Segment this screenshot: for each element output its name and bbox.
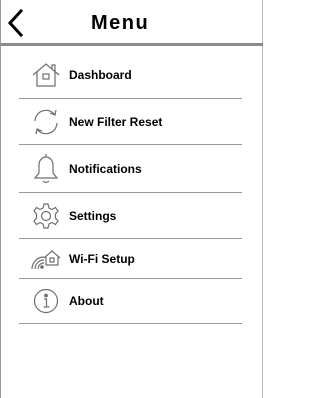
menu-item-notifications[interactable]: Notifications — [19, 145, 242, 193]
bell-icon — [31, 153, 61, 184]
back-button[interactable] — [5, 8, 27, 38]
refresh-icon — [31, 107, 61, 137]
menu-item-about[interactable]: About — [19, 279, 242, 324]
menu-list: Dashboard New Filter Reset Notifications… — [19, 52, 242, 324]
menu-item-new-filter-reset[interactable]: New Filter Reset — [19, 99, 242, 145]
chevron-left-icon — [7, 8, 24, 38]
info-icon — [31, 286, 61, 316]
menu-item-label: Wi-Fi Setup — [69, 251, 135, 266]
menu-item-label: New Filter Reset — [69, 114, 163, 129]
wifi-home-icon — [31, 244, 61, 274]
menu-item-label: Dashboard — [69, 68, 132, 82]
menu-item-dashboard[interactable]: Dashboard — [19, 52, 242, 99]
menu-item-settings[interactable]: Settings — [19, 193, 242, 239]
menu-item-label: Settings — [69, 208, 117, 223]
gear-icon — [31, 201, 61, 231]
menu-item-label: Notifications — [69, 161, 142, 176]
page-title: Menu — [91, 12, 150, 34]
home-icon — [31, 60, 61, 90]
header-bar: Menu — [1, 0, 263, 46]
menu-screen: Menu Dashboard New Filter Reset Notifica… — [0, 0, 263, 398]
menu-item-wifi-setup[interactable]: Wi-Fi Setup — [19, 239, 242, 279]
menu-item-label: About — [69, 294, 104, 308]
